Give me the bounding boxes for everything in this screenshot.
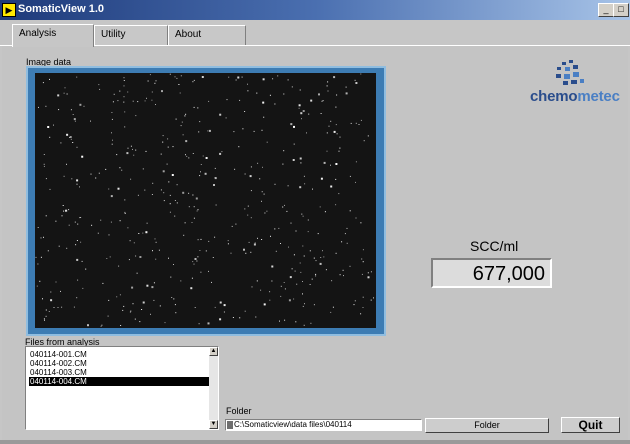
list-item[interactable]: 040114-003.CM (29, 368, 211, 377)
logo-text-a: chemo (530, 88, 578, 105)
folder-button[interactable]: Folder (425, 418, 549, 433)
path-icon (227, 421, 233, 429)
list-item-selected[interactable]: 040114-004.CM (29, 377, 211, 386)
file-list[interactable]: 040114-001.CM 040114-002.CM 040114-003.C… (25, 346, 219, 430)
logo-text-b: metec (577, 88, 620, 105)
minimize-icon[interactable]: _ (598, 3, 614, 17)
app-window: ▶ SomaticView 1.0 _ □ Analysis Utility A… (0, 0, 630, 444)
logo-text: chemometec (530, 88, 620, 105)
tab-label: About (175, 29, 202, 40)
tab-label: Utility (101, 29, 126, 40)
quit-button[interactable]: Quit (561, 417, 620, 433)
tab-utility[interactable]: Utility (94, 25, 168, 45)
app-icon[interactable]: ▶ (2, 3, 16, 17)
maximize-icon[interactable]: □ (613, 3, 629, 17)
cell-image-canvas (35, 73, 374, 327)
scroll-down-icon[interactable]: ▼ (209, 420, 218, 429)
tab-analysis[interactable]: Analysis (12, 24, 94, 47)
scc-label: SCC/ml (470, 238, 519, 254)
folder-path-input[interactable]: C:\Somaticview\data files\040114 (225, 419, 422, 431)
list-item[interactable]: 040114-001.CM (29, 350, 211, 359)
microscopy-image[interactable] (35, 73, 376, 328)
file-list-scrollbar[interactable]: ▲ ▼ (209, 347, 218, 429)
tab-label: Analysis (19, 28, 57, 39)
scc-value-display: 677,000 (431, 258, 552, 288)
title-bar: ▶ SomaticView 1.0 _ □ (0, 0, 630, 20)
logo-dots-icon (556, 60, 584, 85)
window-title: SomaticView 1.0 (18, 3, 105, 15)
folder-label: Folder (226, 406, 252, 416)
tab-about[interactable]: About (168, 25, 246, 45)
chemometec-logo: chemometec (530, 55, 626, 105)
image-frame (26, 66, 386, 336)
folder-path-text: C:\Somaticview\data files\040114 (234, 420, 352, 429)
list-item[interactable]: 040114-002.CM (29, 359, 211, 368)
scroll-up-icon[interactable]: ▲ (209, 347, 218, 356)
window-bottom-edge (0, 440, 630, 444)
